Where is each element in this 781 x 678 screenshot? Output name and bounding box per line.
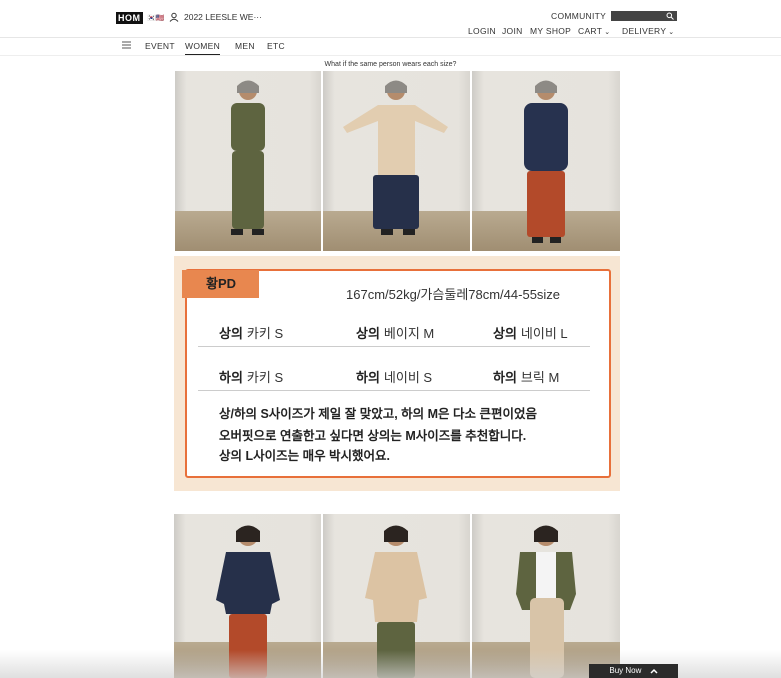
review-note-line-3: 상의 L사이즈는 매우 박시했어요. [219, 449, 391, 463]
home-logo[interactable]: HOM [116, 12, 143, 24]
top-garment [343, 105, 448, 175]
chevron-down-icon: ⌄ [668, 29, 675, 36]
category-men[interactable]: MEN [235, 41, 255, 51]
login-link[interactable]: LOGIN [468, 26, 496, 36]
reviewer-name-tag: 황PD [182, 270, 259, 298]
chevron-down-icon: ⌄ [604, 29, 611, 36]
size-cell-bottom-navy: 하의 네이비 S [356, 370, 433, 385]
model-photo-khaki-s [175, 71, 321, 251]
header-divider [0, 37, 781, 38]
promo-banner-link[interactable]: 2022 LEESLE WE··· [184, 12, 262, 22]
review-note-line-2: 오버핏으로 연출한고 싶다면 상의는 M사이즈를 추천합니다. [219, 429, 527, 443]
size-cell-top-khaki: 상의 카키 S [219, 326, 284, 341]
community-link[interactable]: COMMUNITY [551, 11, 606, 21]
model-photo-navy-l [472, 71, 620, 251]
my-shop-link[interactable]: MY SHOP [530, 26, 571, 36]
model-photo-beige-m [323, 71, 470, 251]
top-garment [365, 552, 427, 622]
search-icon[interactable] [666, 12, 674, 20]
review-note-line-1: 상/하의 S사이즈가 제일 잘 맞았고, 하의 M은 다소 큰편이었음 [219, 407, 537, 421]
hamburger-menu-icon[interactable] [122, 41, 131, 49]
bottom-garment [527, 171, 565, 237]
user-icon[interactable] [169, 12, 179, 22]
buy-now-button[interactable]: Buy Now [589, 664, 678, 678]
table-divider [198, 390, 590, 391]
delivery-menu[interactable]: DELIVERY ⌄ [622, 26, 674, 36]
top-garment [216, 552, 280, 614]
category-event[interactable]: EVENT [145, 41, 175, 51]
site-header: HOM 🇰🇷🇺🇸 2022 LEESLE WE··· COMMUNITY LOG… [0, 0, 781, 56]
chevron-up-icon [650, 668, 658, 674]
category-women[interactable]: WOMEN [185, 41, 221, 55]
table-divider [198, 346, 590, 347]
top-garment [524, 103, 568, 171]
size-comparison-caption: What if the same person wears each size? [324, 61, 457, 68]
language-flags[interactable]: 🇰🇷🇺🇸 [147, 14, 164, 22]
bottom-garment [373, 175, 419, 229]
reviewer-body-spec: 167cm/52kg/가슴둘레78cm/44-55size [346, 287, 561, 302]
cart-menu[interactable]: CART ⌄ [578, 26, 610, 36]
size-cell-top-beige: 상의 베이지 M [356, 326, 435, 341]
size-cell-top-navy: 상의 네이비 L [493, 326, 568, 341]
category-etc[interactable]: ETC [267, 41, 285, 51]
size-cell-bottom-khaki: 하의 카키 S [219, 370, 284, 385]
category-divider [0, 55, 781, 56]
size-cell-bottom-brick: 하의 브릭 M [493, 370, 560, 385]
search-input[interactable] [611, 11, 677, 21]
bottom-garment [232, 151, 264, 229]
join-link[interactable]: JOIN [502, 26, 523, 36]
top-garment [231, 103, 265, 151]
